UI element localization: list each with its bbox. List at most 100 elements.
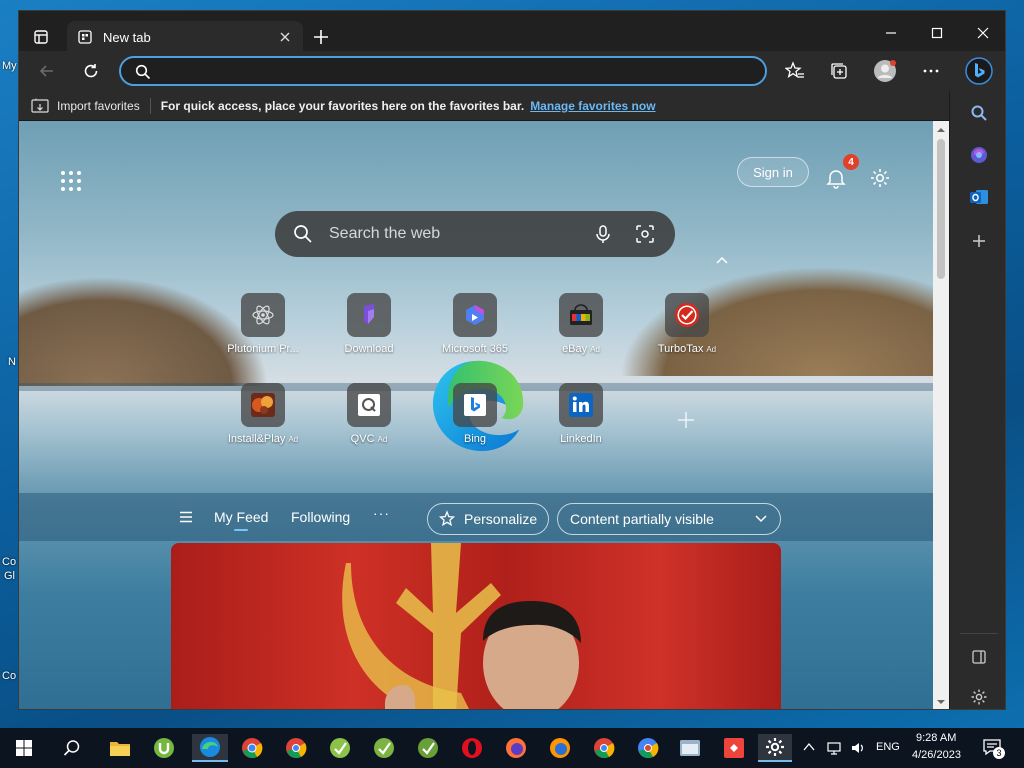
settings-more-button[interactable]: [915, 57, 947, 85]
desktop-icon-label[interactable]: Gl: [4, 570, 15, 582]
edge-taskbar-button[interactable]: [192, 734, 228, 762]
quick-link-label: Download: [344, 343, 394, 355]
chevron-up-icon[interactable]: [715, 255, 729, 265]
visual-search-icon[interactable]: [635, 224, 655, 244]
chevron-up-icon[interactable]: [803, 742, 815, 752]
page-scrollbar[interactable]: [933, 121, 949, 709]
address-input[interactable]: [159, 61, 749, 81]
tab-following[interactable]: Following: [291, 509, 350, 525]
quick-link-tile[interactable]: TurboTax Ad: [637, 293, 737, 373]
tab-my-feed[interactable]: My Feed: [214, 509, 268, 531]
ebay-icon: [559, 293, 603, 337]
page-settings-button[interactable]: [869, 167, 891, 189]
chrome-app-button[interactable]: [282, 734, 310, 762]
favorites-button[interactable]: [779, 57, 811, 85]
sidebar-copilot-button[interactable]: [965, 141, 993, 169]
profile-button[interactable]: [869, 57, 901, 85]
chrome-profile-button[interactable]: [238, 734, 266, 762]
app-window-button[interactable]: [676, 734, 704, 762]
bing-chat-button[interactable]: [962, 57, 996, 85]
desktop-icon-label[interactable]: Co: [2, 556, 16, 568]
chrome-icon: [242, 738, 263, 759]
network-icon[interactable]: [826, 740, 842, 756]
sidebar: [949, 91, 1005, 709]
back-button[interactable]: [31, 57, 63, 85]
firefox-button[interactable]: [502, 734, 530, 762]
manage-favorites-link[interactable]: Manage favorites now: [530, 99, 655, 113]
import-favorites-button[interactable]: Import favorites: [31, 98, 140, 114]
clock-date[interactable]: 4/26/2023: [912, 749, 961, 761]
app-green-2-button[interactable]: [370, 734, 398, 762]
quick-link-tile[interactable]: Bing: [425, 383, 525, 463]
taskbar-search-button[interactable]: [58, 734, 86, 762]
content-visibility-dropdown[interactable]: Content partially visible: [557, 503, 781, 535]
tab-new-tab[interactable]: New tab: [67, 21, 303, 53]
collections-button[interactable]: [823, 57, 855, 85]
sidebar-add-button[interactable]: [965, 227, 993, 255]
outlook-icon: [970, 190, 988, 204]
quick-link-tile[interactable]: Plutonium Pr...: [213, 293, 313, 373]
refresh-button[interactable]: [75, 57, 107, 85]
quick-link-tile[interactable]: eBay Ad: [531, 293, 631, 373]
language-indicator[interactable]: ENG: [876, 741, 900, 753]
add-site-icon[interactable]: [675, 409, 697, 431]
clock-time[interactable]: 9:28 AM: [916, 732, 956, 744]
microphone-icon[interactable]: [593, 224, 613, 244]
new-tab-button[interactable]: [309, 25, 333, 49]
quick-link-label: Plutonium Pr...: [227, 343, 299, 355]
close-icon[interactable]: [277, 29, 293, 45]
apps-grid-icon: [61, 171, 81, 191]
scroll-down-icon[interactable]: [936, 697, 946, 707]
bing-icon: [453, 383, 497, 427]
toolbar: [19, 51, 1005, 91]
scrollbar-thumb[interactable]: [937, 139, 945, 279]
ad-tag: Ad: [706, 345, 717, 354]
feed-more-button[interactable]: ···: [373, 505, 390, 521]
maximize-icon: [931, 27, 943, 39]
notifications-button[interactable]: [825, 167, 847, 189]
file-explorer-button[interactable]: [106, 734, 134, 762]
scroll-up-icon[interactable]: [936, 125, 946, 135]
news-card-image[interactable]: [171, 543, 781, 709]
tab-actions-button[interactable]: [29, 25, 53, 49]
utorrent-button[interactable]: [150, 734, 178, 762]
notification-center-button[interactable]: 3: [982, 738, 1005, 759]
anydesk-button[interactable]: [720, 734, 748, 762]
desktop-icon-label[interactable]: N: [8, 356, 16, 368]
web-search-box[interactable]: [275, 211, 675, 257]
web-search-input[interactable]: [329, 223, 579, 245]
minimize-button[interactable]: [869, 19, 913, 47]
quick-link-tile[interactable]: LinkedIn: [531, 383, 631, 463]
star-list-icon: [785, 61, 804, 78]
desktop-icon-label[interactable]: Co: [2, 670, 16, 682]
close-icon: [977, 27, 989, 39]
volume-icon[interactable]: [850, 740, 866, 756]
menu-icon[interactable]: [179, 511, 193, 523]
new-tab-page: Sign in 4 Plutonium Pr... Download: [19, 121, 933, 709]
gear-icon: [766, 738, 784, 756]
personalize-button[interactable]: Personalize: [427, 503, 549, 535]
apps-launcher-button[interactable]: [59, 169, 83, 193]
start-button[interactable]: [10, 734, 38, 762]
sidebar-hide-button[interactable]: [965, 643, 993, 671]
utorrent-icon: [154, 738, 174, 758]
close-window-button[interactable]: [961, 19, 1005, 47]
sign-in-button[interactable]: Sign in: [737, 157, 809, 187]
app-green-3-button[interactable]: [414, 734, 442, 762]
sidebar-settings-button[interactable]: [965, 683, 993, 709]
maximize-button[interactable]: [915, 19, 959, 47]
quick-link-tile[interactable]: Download: [319, 293, 419, 373]
chrome-canary-button[interactable]: [634, 734, 662, 762]
settings-button[interactable]: [758, 734, 792, 762]
sidebar-outlook-button[interactable]: [965, 183, 993, 211]
firefox-alt-button[interactable]: [546, 734, 574, 762]
opera-button[interactable]: [458, 734, 486, 762]
app-green-1-button[interactable]: [326, 734, 354, 762]
quick-link-tile[interactable]: QVC Ad: [319, 383, 419, 463]
desktop-icon-label[interactable]: My: [2, 60, 17, 72]
bell-icon: [826, 170, 846, 189]
address-bar[interactable]: [119, 56, 767, 86]
sidebar-search-button[interactable]: [965, 99, 993, 127]
quick-link-tile[interactable]: Install&Play Ad: [213, 383, 313, 463]
chrome-button[interactable]: [590, 734, 618, 762]
